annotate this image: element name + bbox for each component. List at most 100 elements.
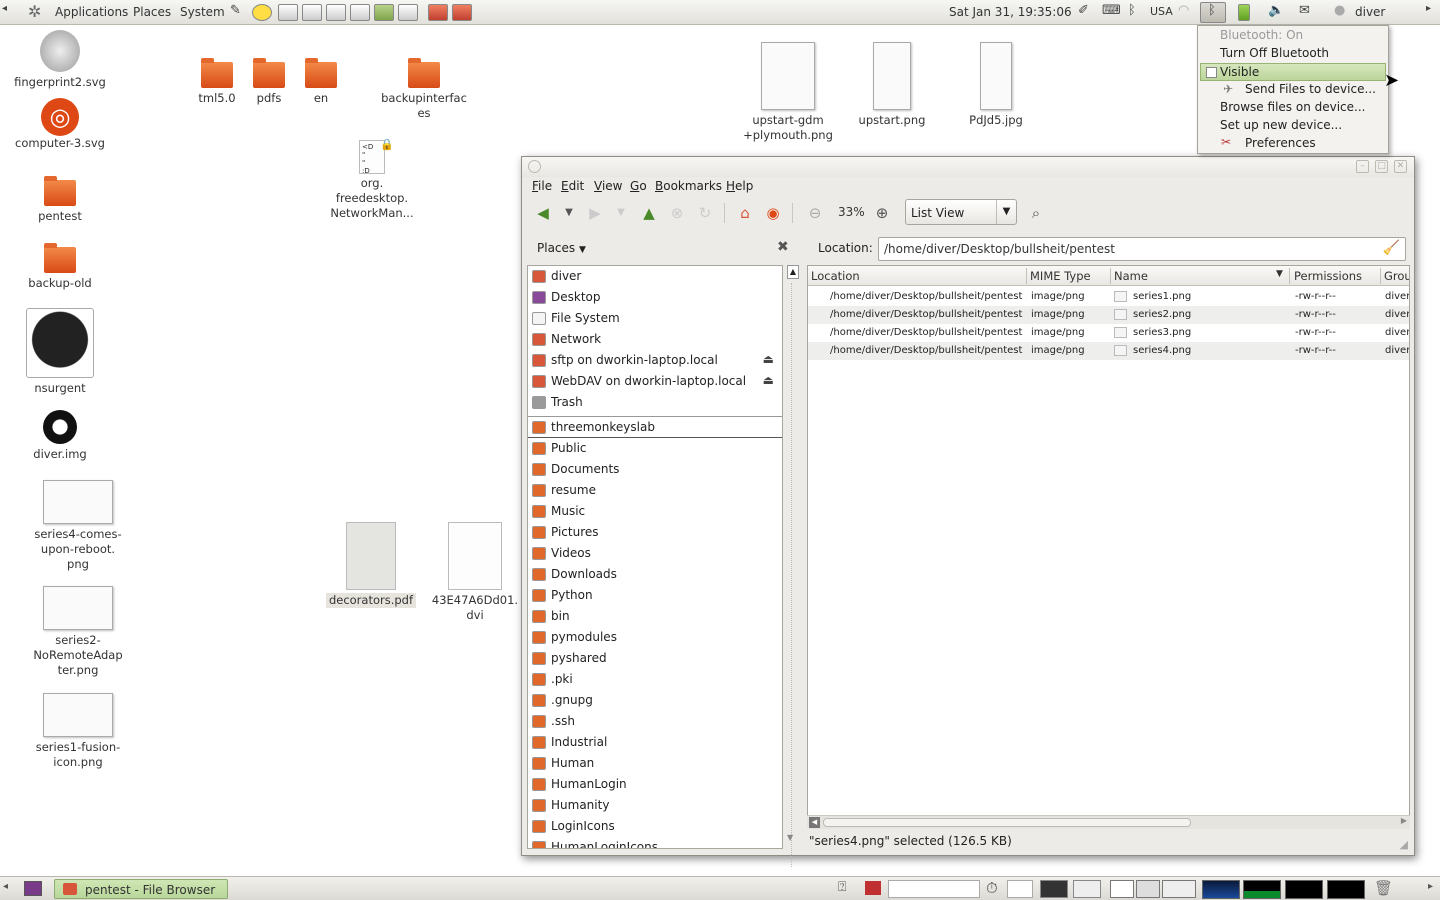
help-icon[interactable]: ⍰ [838, 879, 846, 895]
column-mime-type[interactable]: MIME Type [1030, 269, 1091, 283]
sidebar-item[interactable]: Industrial [528, 732, 782, 753]
ubuntu-logo-icon[interactable]: ✲ [28, 2, 41, 21]
sidebar-item[interactable]: LoginIcons [528, 816, 782, 837]
window-menu-icon[interactable] [528, 160, 541, 173]
sidebar-item[interactable]: Humanity [528, 795, 782, 816]
menu-bookmarks[interactable]: Bookmarks [655, 179, 722, 193]
cpu-monitor[interactable] [1202, 880, 1240, 899]
scroll-left-icon[interactable]: ◀ [809, 817, 820, 828]
desktop-icon-pentest[interactable]: pentest [10, 176, 110, 224]
sidebar-item[interactable]: diver [528, 266, 782, 287]
desktop-icon-pdfs[interactable]: pdfs [244, 58, 294, 106]
sidebar-item[interactable]: threemonkeyslab [528, 417, 782, 438]
desktop-icon-diver-img[interactable]: diver.img [10, 410, 110, 462]
launcher-icon[interactable] [326, 4, 346, 21]
sidebar-item[interactable]: Music [528, 501, 782, 522]
load-monitor[interactable] [1327, 880, 1365, 899]
close-pane-icon[interactable]: ✖ [777, 239, 789, 255]
eject-icon[interactable]: ⏏ [763, 373, 774, 387]
home-folder-icon[interactable]: ⌂ [736, 204, 754, 222]
scroll-right-icon[interactable]: ▸ [1428, 881, 1433, 892]
help-icon[interactable] [252, 4, 272, 21]
sidebar-item[interactable]: Documents [528, 459, 782, 480]
system-menu[interactable]: System [180, 5, 225, 19]
volume-icon[interactable]: 🔈 [1268, 3, 1284, 18]
clock[interactable]: Sat Jan 31, 19:35:06 [949, 5, 1072, 19]
places-menu[interactable]: Places [133, 5, 171, 19]
zoom-out-icon[interactable]: ⊖ [806, 204, 824, 222]
notes-icon[interactable]: ✐ [1078, 3, 1089, 18]
workspace-switcher-1[interactable] [1110, 880, 1134, 898]
scroll-left-icon[interactable]: ◂ [2, 3, 7, 14]
workspace-icon[interactable] [1007, 880, 1033, 898]
zoom-in-icon[interactable]: ⊕ [873, 204, 891, 222]
view-mode-select[interactable]: List View ▼ [905, 199, 1017, 225]
menu-view[interactable]: View [594, 179, 622, 193]
workspace-switcher-2[interactable] [1136, 880, 1160, 898]
sidebar-item[interactable]: .pki [528, 669, 782, 690]
sidebar-item[interactable]: Network [528, 329, 782, 350]
terminal-icon[interactable] [1040, 880, 1068, 898]
column-group[interactable]: Grou [1384, 269, 1409, 283]
scroll-right-icon[interactable]: ▶ [1401, 816, 1407, 825]
reload-icon[interactable]: ↻ [696, 204, 714, 222]
chevron-down-icon[interactable]: ▼ [560, 204, 578, 222]
launcher-icon[interactable] [398, 4, 418, 21]
chat-icon[interactable]: ● [1334, 3, 1345, 18]
column-name[interactable]: Name [1114, 269, 1148, 283]
launcher-icon[interactable] [350, 4, 370, 21]
window-titlebar[interactable]: – □ ✕ [522, 157, 1414, 177]
desktop-icon-dvi[interactable]: 43E47A6Dd01. dvi [428, 522, 522, 623]
minimize-icon[interactable]: – [1356, 160, 1369, 173]
launcher-icon[interactable] [428, 4, 448, 21]
send-files-item[interactable]: Send Files to device... [1245, 82, 1376, 96]
sidebar-item[interactable]: Desktop [528, 287, 782, 308]
resize-grip-icon[interactable]: ◢ [1400, 838, 1408, 851]
sidebar-item[interactable]: bin [528, 606, 782, 627]
table-row[interactable]: /home/diver/Desktop/bullsheit/pentest ima… [808, 288, 1409, 306]
desktop-icon-decorators-pdf[interactable]: decorators.pdf [324, 522, 418, 608]
table-row[interactable]: /home/diver/Desktop/bullsheit/pentest ima… [808, 324, 1409, 342]
column-permissions[interactable]: Permissions [1294, 269, 1362, 283]
keyboard-icon[interactable]: ⌨ [1102, 3, 1121, 18]
sidebar-item[interactable]: Trash [528, 392, 782, 413]
scroll-up-icon[interactable]: ▲ [787, 265, 799, 279]
scroll-down-icon[interactable]: ▼ [787, 833, 793, 842]
visible-checkbox[interactable] [1206, 67, 1217, 78]
eject-icon[interactable]: ⏏ [763, 352, 774, 366]
menu-edit[interactable]: Edit [561, 179, 584, 193]
menu-go[interactable]: Go [630, 179, 647, 193]
desktop-icon-upstart-gdm[interactable]: upstart-gdm +plymouth.png [740, 42, 836, 143]
horizontal-scrollbar[interactable]: ◀ ▶ [807, 815, 1410, 829]
user-name[interactable]: diver [1355, 5, 1385, 19]
sidebar-item[interactable]: sftp on dworkin-laptop.local ⏏ [528, 350, 782, 371]
file-manager-icon[interactable] [1073, 880, 1101, 898]
back-arrow-icon[interactable]: ◀ [534, 204, 552, 222]
trash-icon[interactable]: 🗑 [1374, 879, 1393, 897]
desktop-icon-backupinterfaces[interactable]: backupinterfac es [378, 58, 470, 121]
network-monitor[interactable] [1285, 880, 1323, 899]
wifi-icon[interactable]: ◠ [1178, 3, 1189, 18]
column-location[interactable]: Location [811, 269, 860, 283]
sidebar-item[interactable]: .gnupg [528, 690, 782, 711]
launcher-icon[interactable] [278, 4, 298, 21]
computer-icon[interactable]: ◉ [764, 204, 782, 222]
forward-arrow-icon[interactable]: ▶ [586, 204, 604, 222]
desktop-icon-en[interactable]: en [296, 58, 346, 106]
show-desktop-icon[interactable] [24, 881, 42, 896]
applications-menu[interactable]: Applications [55, 5, 128, 19]
memory-monitor[interactable] [1243, 880, 1281, 899]
sidebar-item[interactable]: resume [528, 480, 782, 501]
close-icon[interactable]: ✕ [1394, 160, 1407, 173]
desktop-icon-series4[interactable]: series4-comes- upon-reboot. png [28, 480, 128, 572]
pin-icon[interactable]: ✎ [230, 3, 241, 18]
sidebar-item[interactable]: pymodules [528, 627, 782, 648]
sort-descending-icon[interactable]: ▼ [1276, 269, 1283, 279]
sidebar-item[interactable]: WebDAV on dworkin-laptop.local ⏏ [528, 371, 782, 392]
taskbar-button-file-browser[interactable]: pentest - File Browser [54, 879, 228, 899]
turn-off-bluetooth-item[interactable]: Turn Off Bluetooth [1220, 46, 1329, 60]
workspace-switcher-3[interactable] [1162, 880, 1196, 898]
timer-icon[interactable]: ⏱ [986, 879, 998, 897]
places-dropdown[interactable]: Places ▼ [537, 241, 586, 255]
desktop-icon-series1[interactable]: series1-fusion- icon.png [28, 693, 128, 770]
